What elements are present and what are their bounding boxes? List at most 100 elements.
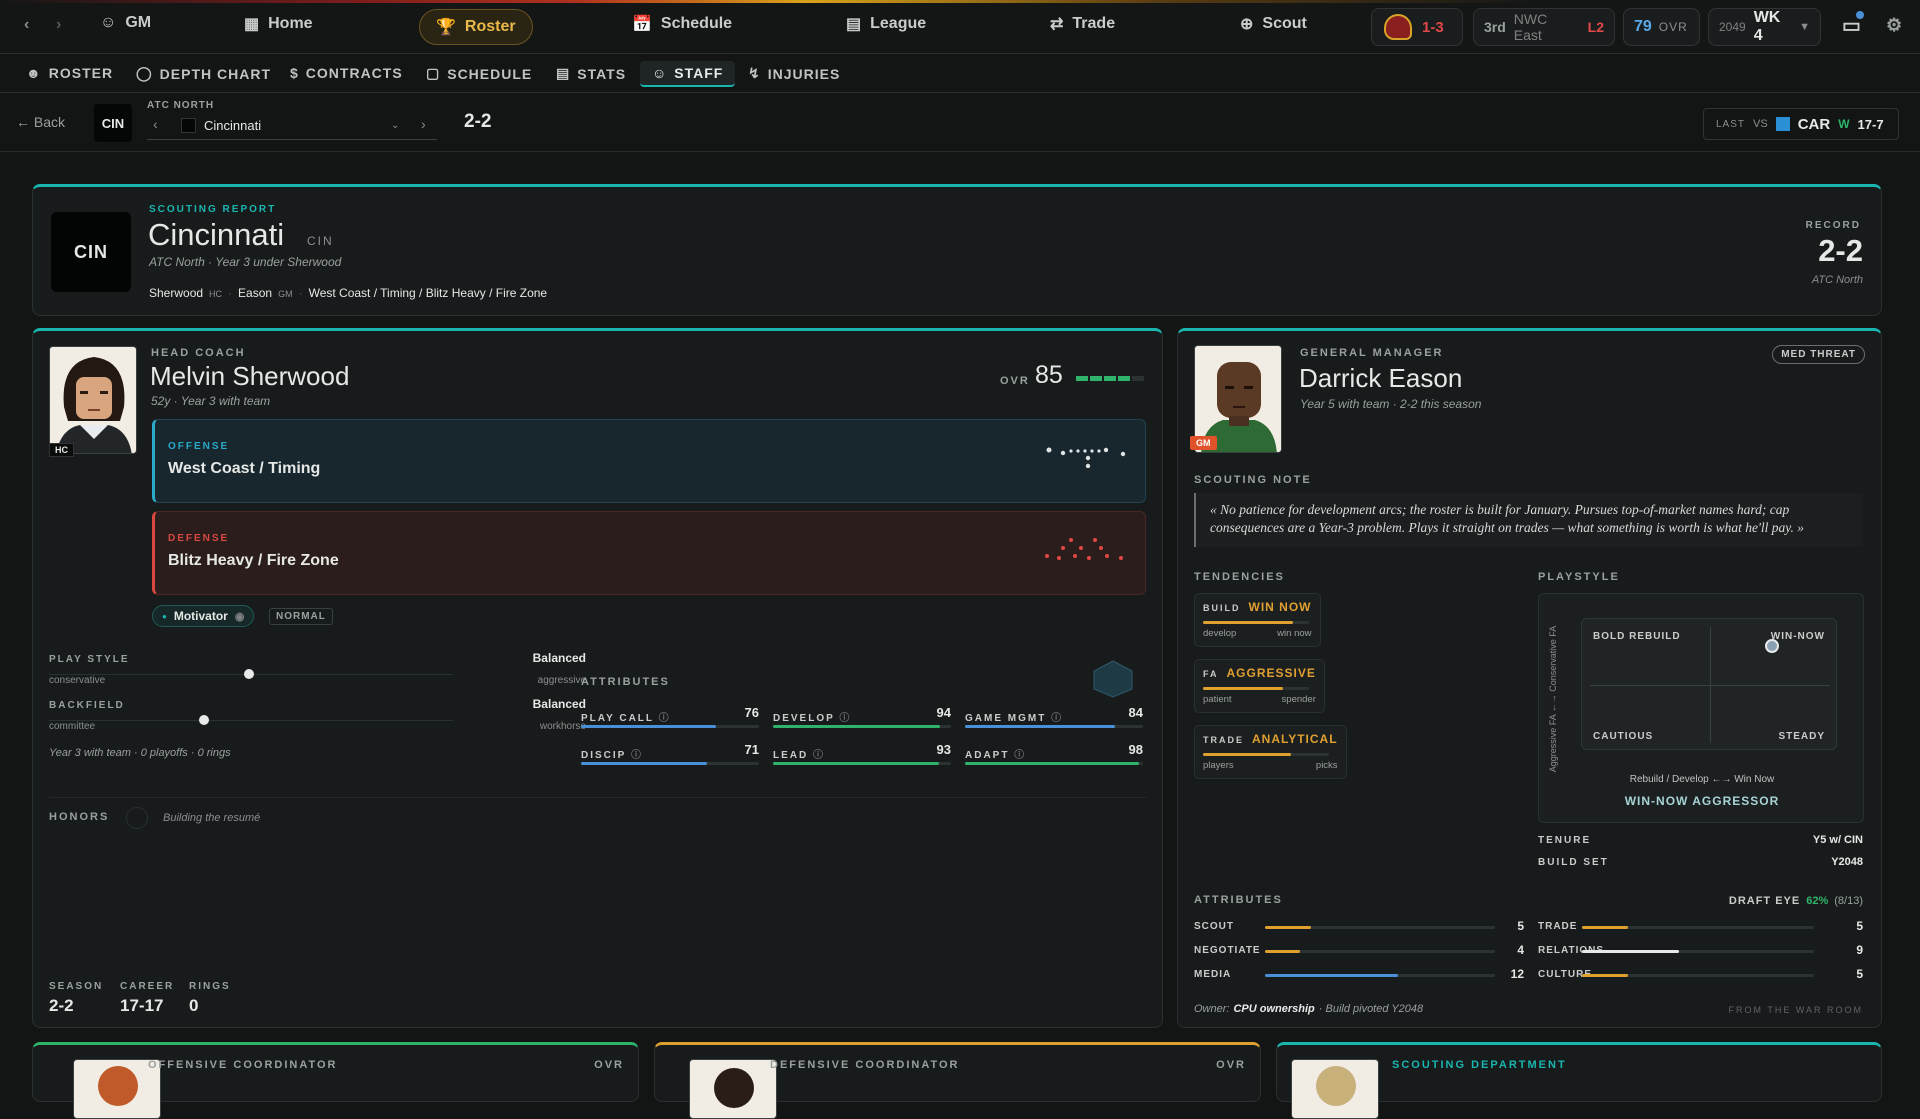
conference-label: ATC NORTH bbox=[147, 100, 215, 111]
coach-attributes: PLAY CALL ⓘ 76 DEVELOP ⓘ 94 GAME MGMT ⓘ … bbox=[581, 705, 1146, 791]
gm-badge: GM bbox=[1190, 436, 1217, 450]
tab-contracts[interactable]: $ CONTRACTS bbox=[290, 65, 403, 81]
coach-portrait bbox=[49, 346, 137, 454]
next-team-icon[interactable]: › bbox=[421, 116, 426, 132]
attr-label: SCOUT bbox=[1194, 921, 1234, 932]
dc-portrait bbox=[689, 1059, 777, 1119]
scouting-department-card[interactable]: SCOUTING DEPARTMENT bbox=[1276, 1042, 1882, 1119]
forward-arrow-icon[interactable]: › bbox=[56, 16, 61, 34]
gm-attr-culture[interactable]: CULTURE 5 bbox=[1538, 967, 1863, 985]
tab-depth-chart[interactable]: ◯ DEPTH CHART bbox=[136, 65, 271, 82]
attr-label: LEAD ⓘ bbox=[773, 750, 825, 761]
gm-attr-scout[interactable]: SCOUT 5 bbox=[1194, 919, 1524, 937]
attr-value: 84 bbox=[1128, 705, 1143, 720]
helmet-icon bbox=[1384, 14, 1412, 40]
tab-staff[interactable]: ☺ STAFF bbox=[640, 61, 736, 87]
attr-value: 5 bbox=[1517, 919, 1524, 933]
team-logo: CIN bbox=[94, 104, 132, 142]
attr-bar bbox=[1582, 950, 1814, 953]
tab-stats[interactable]: ▤ STATS bbox=[556, 65, 626, 82]
rings-count: 0 bbox=[189, 996, 199, 1015]
tendency-build: BUILD WIN NOW develop win now bbox=[1194, 593, 1321, 647]
team-selector[interactable]: ‹ Cincinnati ⌄ › bbox=[147, 114, 437, 140]
chevron-down-icon: ⌄ bbox=[391, 120, 400, 131]
trait-chip[interactable]: ● Motivator ◉ bbox=[152, 605, 255, 627]
scout-portrait bbox=[1291, 1059, 1379, 1119]
nav-league[interactable]: ▤ League bbox=[846, 14, 926, 34]
calendar-icon: ▢ bbox=[426, 65, 441, 81]
coach-attr-adapt[interactable]: ADAPT ⓘ 98 bbox=[965, 742, 1143, 772]
gm-attr-relations[interactable]: RELATIONS 9 bbox=[1538, 943, 1863, 961]
last-game-chip[interactable]: LAST VS CAR W 17-7 bbox=[1703, 108, 1899, 140]
attr-label: MEDIA bbox=[1194, 969, 1232, 980]
gm-attr-media[interactable]: MEDIA 12 bbox=[1194, 967, 1524, 985]
attr-value: 76 bbox=[744, 705, 759, 720]
nav-schedule[interactable]: 📅 Schedule bbox=[632, 14, 732, 34]
attr-label: TRADE bbox=[1538, 921, 1578, 932]
attr-value: 5 bbox=[1856, 919, 1863, 933]
coach-attr-game-mgmt[interactable]: GAME MGMT ⓘ 84 bbox=[965, 705, 1143, 735]
gm-tenure: Y5 w/ CIN bbox=[1812, 834, 1863, 846]
slider-knob bbox=[199, 715, 209, 725]
defense-scheme-card[interactable]: DEFENSE Blitz Heavy / Fire Zone bbox=[152, 511, 1146, 595]
grid-icon: ▦ bbox=[244, 16, 260, 33]
tab-roster[interactable]: ☻ ROSTER bbox=[26, 65, 113, 81]
attr-value: 93 bbox=[936, 742, 951, 757]
attr-label: GAME MGMT ⓘ bbox=[965, 713, 1064, 724]
attr-label: DEVELOP ⓘ bbox=[773, 713, 852, 724]
coach-attr-play-call[interactable]: PLAY CALL ⓘ 76 bbox=[581, 705, 759, 735]
back-arrow-icon[interactable]: ‹ bbox=[24, 16, 29, 34]
prev-team-icon[interactable]: ‹ bbox=[153, 116, 158, 132]
coach-attr-develop[interactable]: DEVELOP ⓘ 94 bbox=[773, 705, 951, 735]
nav-home[interactable]: ▦ Home bbox=[244, 14, 313, 34]
dollar-icon: $ bbox=[290, 65, 299, 81]
chart-icon: ▤ bbox=[846, 16, 862, 33]
defense-formation-icon bbox=[1045, 538, 1123, 560]
coach-history: Year 3 with team · 0 playoffs · 0 rings bbox=[49, 747, 231, 759]
back-link[interactable]: ← Back bbox=[16, 114, 65, 130]
record-division: ATC North bbox=[1811, 274, 1863, 286]
hc-badge: HC bbox=[49, 443, 74, 457]
attr-value: 5 bbox=[1856, 967, 1863, 981]
nav-roster[interactable]: 🏆 Roster bbox=[419, 9, 533, 45]
attr-label: DISCIP ⓘ bbox=[581, 750, 643, 761]
attr-bar bbox=[773, 762, 951, 765]
gm-attr-negotiate[interactable]: NEGOTIATE 4 bbox=[1194, 943, 1524, 961]
career-record: 17-17 bbox=[120, 996, 164, 1015]
note-label: SCOUTING NOTE bbox=[1194, 474, 1312, 486]
ovr-label: OVR bbox=[1000, 375, 1030, 387]
scouting-note: « No patience for development arcs; the … bbox=[1194, 493, 1863, 547]
hexagon-icon bbox=[1093, 660, 1133, 698]
attr-bar bbox=[1265, 950, 1495, 953]
attr-label: NEGOTIATE bbox=[1194, 945, 1261, 956]
playstyle-value: Balanced bbox=[532, 651, 586, 665]
nav-trade[interactable]: ⇄ Trade bbox=[1050, 14, 1115, 34]
defensive-coordinator-card[interactable]: DEFENSIVE COORDINATOR OVR bbox=[654, 1042, 1261, 1119]
gm-attr-trade[interactable]: TRADE 5 bbox=[1538, 919, 1863, 937]
team-record-pill[interactable]: 1-3 bbox=[1371, 8, 1463, 46]
messages-icon[interactable]: ▭ bbox=[1842, 11, 1864, 38]
playstyle-label: PLAY STYLE bbox=[49, 654, 130, 665]
gm-menu[interactable]: ☺ GM bbox=[100, 14, 151, 32]
tendency-fa: FA AGGRESSIVE patient spender bbox=[1194, 659, 1325, 713]
nav-scout[interactable]: ⊕ Scout bbox=[1240, 14, 1307, 34]
attr-bar bbox=[773, 725, 951, 728]
calendar-icon: 📅 bbox=[632, 16, 652, 33]
attr-bar bbox=[1582, 974, 1814, 977]
week-selector[interactable]: 2049 WK 4 ▼ bbox=[1708, 8, 1821, 46]
trait-level: NORMAL bbox=[269, 608, 333, 625]
coach-attr-discip[interactable]: DISCIP ⓘ 71 bbox=[581, 742, 759, 772]
owner-line: Owner: CPU ownership · Build pivoted Y20… bbox=[1194, 1003, 1424, 1015]
attr-value: 94 bbox=[936, 705, 951, 720]
team-title: Cincinnati bbox=[148, 217, 285, 252]
honors-label: HONORS bbox=[49, 811, 110, 823]
opponent-swatch bbox=[1775, 117, 1790, 131]
gear-icon[interactable]: ⚙ bbox=[1886, 15, 1902, 36]
coach-attr-lead[interactable]: LEAD ⓘ 93 bbox=[773, 742, 951, 772]
staff-summary: Sherwood HC · Eason GM · West Coast / Timi… bbox=[149, 286, 548, 300]
tab-injuries[interactable]: ↯ INJURIES bbox=[748, 65, 840, 82]
tab-schedule[interactable]: ▢ SCHEDULE bbox=[426, 65, 532, 82]
offensive-coordinator-card[interactable]: OFFENSIVE COORDINATOR OVR bbox=[32, 1042, 639, 1119]
team-logo: CIN bbox=[51, 212, 131, 292]
offense-scheme-card[interactable]: OFFENSE West Coast / Timing bbox=[152, 419, 1146, 503]
